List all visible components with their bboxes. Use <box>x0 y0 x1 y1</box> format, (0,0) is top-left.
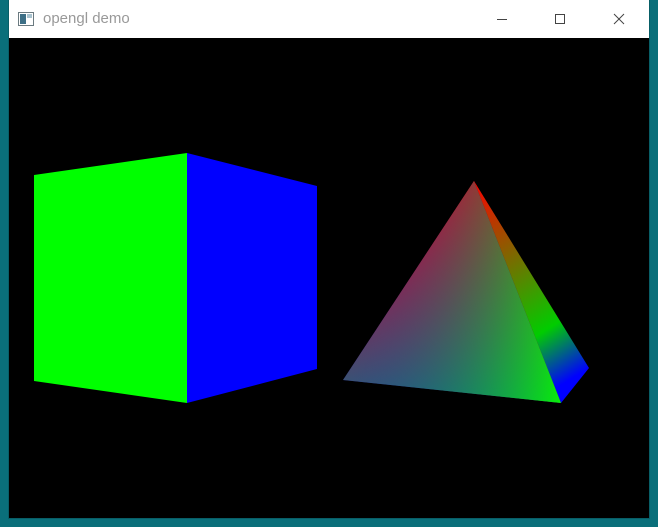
application-window-icon[interactable] <box>18 11 34 27</box>
minimize-button[interactable] <box>479 0 525 38</box>
opengl-viewport[interactable] <box>9 38 649 518</box>
app-window: opengl demo <box>9 0 649 518</box>
close-icon <box>613 13 625 25</box>
maximize-icon <box>554 13 566 25</box>
maximize-button[interactable] <box>537 0 583 38</box>
cube-side-face <box>187 153 317 403</box>
desktop-background: opengl demo <box>0 0 658 527</box>
minimize-icon <box>496 13 508 25</box>
title-bar[interactable]: opengl demo <box>9 0 649 38</box>
window-title: opengl demo <box>43 10 130 27</box>
close-button[interactable] <box>596 0 642 38</box>
render-scene <box>34 153 589 403</box>
cube-front-face <box>34 153 187 403</box>
